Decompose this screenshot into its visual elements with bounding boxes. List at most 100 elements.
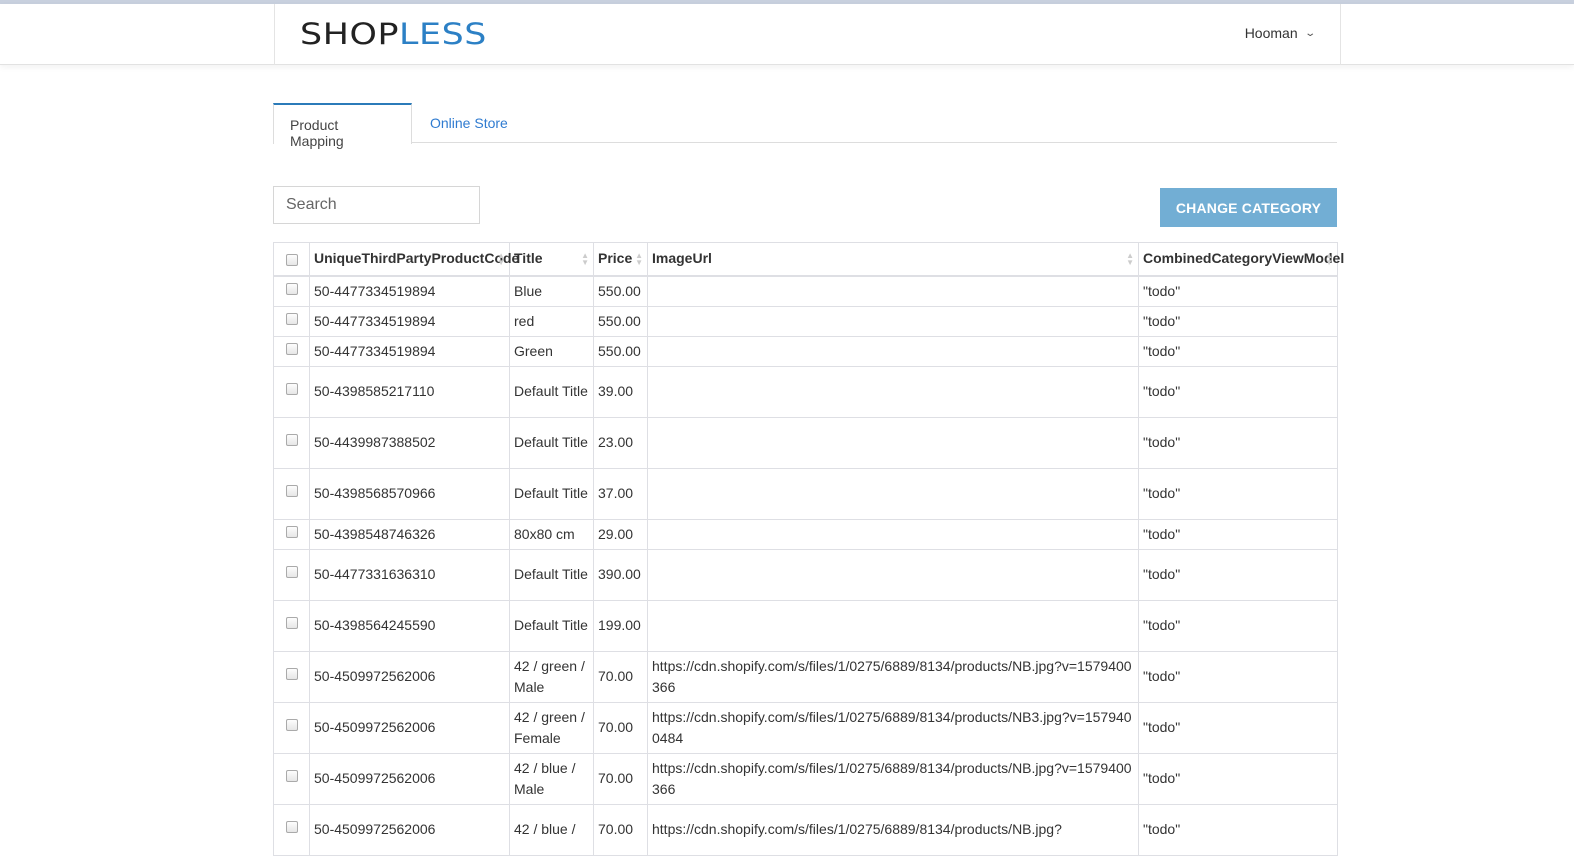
table-row[interactable]: 50-4509972562006 42 / blue / 70.00 https:/…	[273, 803, 1338, 856]
row-checkbox[interactable]	[286, 485, 298, 498]
cell-code: 50-4477334519894	[309, 335, 510, 367]
column-header-title[interactable]: Title ▲ ▼	[509, 242, 594, 277]
cell-code: 50-4477334519894	[309, 305, 510, 337]
row-select-cell	[273, 416, 310, 469]
row-checkbox[interactable]	[286, 719, 298, 732]
chevron-down-icon: ⌄	[1303, 27, 1316, 39]
row-checkbox[interactable]	[286, 312, 298, 325]
table-row[interactable]: 50-4477334519894 Blue 550.00 "todo"	[273, 275, 1338, 307]
cell-title: 42 / green / Female	[509, 701, 594, 754]
row-select-cell	[273, 650, 310, 703]
cell-code: 50-4439987388502	[309, 416, 510, 469]
cell-category: "todo"	[1138, 650, 1338, 703]
user-menu[interactable]: Hooman ⌄	[1244, 25, 1316, 41]
row-select-cell	[273, 701, 310, 754]
cell-category: "todo"	[1138, 467, 1338, 520]
column-header-imageurl[interactable]: ImageUrl ▲ ▼	[647, 242, 1139, 277]
row-checkbox[interactable]	[286, 617, 298, 630]
app-header: SHOPLESS Hooman ⌄	[0, 4, 1574, 65]
cell-category: "todo"	[1138, 416, 1338, 469]
logo[interactable]: SHOPLESS	[300, 19, 487, 49]
row-checkbox[interactable]	[286, 282, 298, 295]
column-label: Title	[514, 250, 543, 267]
cell-title: Blue	[509, 275, 594, 307]
tab-product-mapping[interactable]: Product Mapping	[273, 103, 412, 149]
column-header-code[interactable]: UniqueThirdPartyProductCode ▲ ▼	[309, 242, 519, 277]
cell-category: "todo"	[1138, 803, 1338, 856]
row-checkbox[interactable]	[286, 383, 298, 396]
cell-price: 23.00	[593, 416, 648, 469]
row-checkbox[interactable]	[286, 342, 298, 355]
cell-code: 50-4477334519894	[309, 275, 510, 307]
cell-code: 50-4398568570966	[309, 467, 510, 520]
row-select-cell	[273, 275, 310, 307]
tab-bar: Product Mapping Online Store	[273, 103, 1337, 149]
cell-category: "todo"	[1138, 335, 1338, 367]
column-label: ImageUrl	[652, 250, 712, 267]
cell-price: 70.00	[593, 803, 648, 856]
cell-image-url	[647, 305, 1139, 337]
cell-price: 70.00	[593, 752, 648, 805]
table-row[interactable]: 50-4477331636310 Default Title 390.00 "todo…	[273, 548, 1338, 601]
table-row[interactable]: 50-4398568570966 Default Title 37.00 "todo"	[273, 467, 1338, 520]
row-select-cell	[273, 803, 310, 856]
logo-shop-text: SHOP	[300, 17, 400, 51]
row-select-cell	[273, 518, 310, 550]
cell-image-url: https://cdn.shopify.com/s/files/1/0275/6…	[647, 803, 1139, 856]
table-row[interactable]: 50-4477334519894 red 550.00 "todo"	[273, 305, 1338, 337]
select-all-checkbox[interactable]	[286, 253, 298, 266]
table-row[interactable]: 50-4509972562006 42 / green / Female 70.00…	[273, 701, 1338, 754]
cell-image-url	[647, 467, 1139, 520]
cell-code: 50-4509972562006	[309, 650, 510, 703]
row-select-cell	[273, 467, 310, 520]
tab-online-store[interactable]: Online Store	[414, 103, 524, 143]
row-select-cell	[273, 305, 310, 337]
cell-image-url: https://cdn.shopify.com/s/files/1/0275/6…	[647, 752, 1139, 805]
cell-price: 29.00	[593, 518, 648, 550]
cell-title: 42 / blue /	[509, 803, 594, 856]
cell-title: 42 / green / Male	[509, 650, 594, 703]
cell-image-url	[647, 599, 1139, 652]
table-row[interactable]: 50-4509972562006 42 / blue / Male 70.00 htt…	[273, 752, 1338, 805]
table-row[interactable]: 50-4439987388502 Default Title 23.00 "todo"	[273, 416, 1338, 469]
cell-price: 390.00	[593, 548, 648, 601]
column-label: CombinedCategoryViewModel	[1143, 250, 1345, 267]
table-row[interactable]: 50-4477334519894 Green 550.00 "todo"	[273, 335, 1338, 367]
row-select-cell	[273, 548, 310, 601]
cell-image-url: https://cdn.shopify.com/s/files/1/0275/6…	[647, 701, 1139, 754]
cell-image-url	[647, 548, 1139, 601]
cell-image-url	[647, 275, 1139, 307]
cell-image-url	[647, 416, 1139, 469]
cell-code: 50-4477331636310	[309, 548, 510, 601]
search-input[interactable]	[273, 186, 480, 224]
cell-title: red	[509, 305, 594, 337]
column-header-price[interactable]: Price ▲ ▼	[593, 242, 648, 277]
cell-price: 199.00	[593, 599, 648, 652]
cell-price: 37.00	[593, 467, 648, 520]
row-checkbox[interactable]	[286, 434, 298, 447]
change-category-button[interactable]: CHANGE CATEGORY	[1160, 188, 1337, 227]
table-row[interactable]: 50-4398548746326 80x80 cm 29.00 "todo"	[273, 518, 1338, 550]
cell-category: "todo"	[1138, 701, 1338, 754]
cell-title: Default Title	[509, 599, 594, 652]
column-label: Price	[598, 250, 633, 267]
column-header-category[interactable]: CombinedCategoryViewModel ▲ ▼	[1138, 242, 1344, 277]
row-checkbox[interactable]	[286, 821, 298, 834]
select-all-cell	[273, 242, 310, 277]
cell-price: 550.00	[593, 305, 648, 337]
row-checkbox[interactable]	[286, 770, 298, 783]
cell-price: 39.00	[593, 365, 648, 418]
cell-category: "todo"	[1138, 599, 1338, 652]
cell-price: 550.00	[593, 335, 648, 367]
row-checkbox[interactable]	[286, 566, 298, 579]
row-select-cell	[273, 365, 310, 418]
sort-icon: ▲ ▼	[1126, 251, 1134, 267]
row-checkbox[interactable]	[286, 525, 298, 538]
cell-title: Default Title	[509, 365, 594, 418]
table-row[interactable]: 50-4398564245590 Default Title 199.00 "todo…	[273, 599, 1338, 652]
row-checkbox[interactable]	[286, 668, 298, 681]
table-row[interactable]: 50-4398585217110 Default Title 39.00 "todo"	[273, 365, 1338, 418]
cell-image-url: https://cdn.shopify.com/s/files/1/0275/6…	[647, 650, 1139, 703]
table-row[interactable]: 50-4509972562006 42 / green / Male 70.00 ht…	[273, 650, 1338, 703]
user-name: Hooman	[1244, 25, 1298, 41]
